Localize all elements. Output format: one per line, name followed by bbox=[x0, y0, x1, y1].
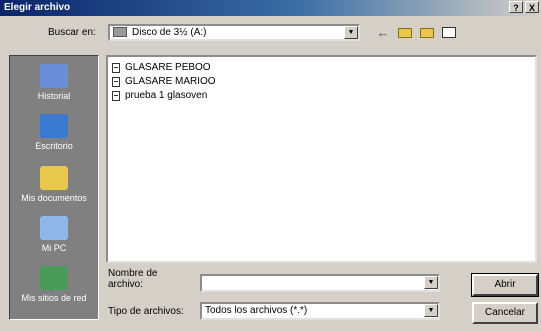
close-button[interactable]: X bbox=[525, 1, 539, 13]
network-places-icon bbox=[40, 266, 68, 290]
open-button[interactable]: Abrir bbox=[471, 273, 539, 297]
chevron-down-icon[interactable]: ▼ bbox=[424, 304, 438, 317]
my-documents-icon bbox=[40, 166, 68, 190]
my-computer-icon bbox=[40, 216, 68, 240]
place-my-documents[interactable]: Mis documentos bbox=[10, 166, 98, 203]
place-desktop[interactable]: Escritorio bbox=[10, 114, 98, 151]
list-item[interactable]: prueba 1 glasoven bbox=[112, 90, 207, 101]
look-in-value: Disco de 3½ (A:) bbox=[132, 27, 207, 38]
document-icon bbox=[112, 62, 120, 73]
floppy-drive-icon bbox=[113, 27, 127, 37]
title-bar: Elegir archivo ? X bbox=[0, 0, 541, 16]
file-type-label: Tipo de archivos: bbox=[108, 306, 184, 317]
document-icon bbox=[112, 90, 120, 101]
place-label: Historial bbox=[37, 91, 71, 101]
new-folder-icon[interactable] bbox=[418, 25, 436, 41]
window-title: Elegir archivo bbox=[4, 2, 71, 13]
place-label: Mis documentos bbox=[21, 193, 87, 203]
back-arrow-icon[interactable]: ← bbox=[374, 25, 392, 41]
look-in-dropdown[interactable]: Disco de 3½ (A:) ▼ bbox=[108, 24, 360, 41]
file-name-input[interactable]: ▼ bbox=[200, 274, 440, 292]
look-in-label: Buscar en: bbox=[48, 27, 96, 38]
toolbar: ← bbox=[374, 25, 458, 41]
chevron-down-icon[interactable]: ▼ bbox=[424, 276, 438, 289]
place-label: Mi PC bbox=[41, 243, 67, 253]
place-my-computer[interactable]: Mi PC bbox=[10, 216, 98, 253]
file-name: prueba 1 glasoven bbox=[125, 90, 208, 101]
places-bar: Historial Escritorio Mis documentos Mi P… bbox=[9, 55, 99, 320]
file-type-select[interactable]: Todos los archivos (*.*) ▼ bbox=[200, 302, 440, 320]
chevron-down-icon[interactable]: ▼ bbox=[344, 26, 358, 39]
up-folder-icon[interactable] bbox=[396, 25, 414, 41]
place-network[interactable]: Mis sitios de red bbox=[10, 266, 98, 303]
file-name: GLASARE MARIOO bbox=[125, 76, 216, 87]
file-type-value: Todos los archivos (*.*) bbox=[205, 305, 308, 316]
document-icon bbox=[112, 76, 120, 87]
place-label: Escritorio bbox=[35, 141, 73, 151]
views-menu-icon[interactable] bbox=[440, 25, 458, 41]
desktop-icon bbox=[40, 114, 68, 138]
file-name: GLASARE PEBOO bbox=[125, 62, 211, 73]
place-label: Mis sitios de red bbox=[21, 293, 87, 303]
cancel-button[interactable]: Cancelar bbox=[472, 302, 538, 324]
file-list[interactable]: GLASARE PEBOO GLASARE MARIOO prueba 1 gl… bbox=[106, 55, 537, 263]
file-name-label: Nombre de archivo: bbox=[108, 268, 158, 290]
place-history[interactable]: Historial bbox=[10, 64, 98, 101]
help-button[interactable]: ? bbox=[509, 1, 523, 13]
list-item[interactable]: GLASARE PEBOO bbox=[112, 62, 211, 73]
history-icon bbox=[40, 64, 68, 88]
list-item[interactable]: GLASARE MARIOO bbox=[112, 76, 216, 87]
